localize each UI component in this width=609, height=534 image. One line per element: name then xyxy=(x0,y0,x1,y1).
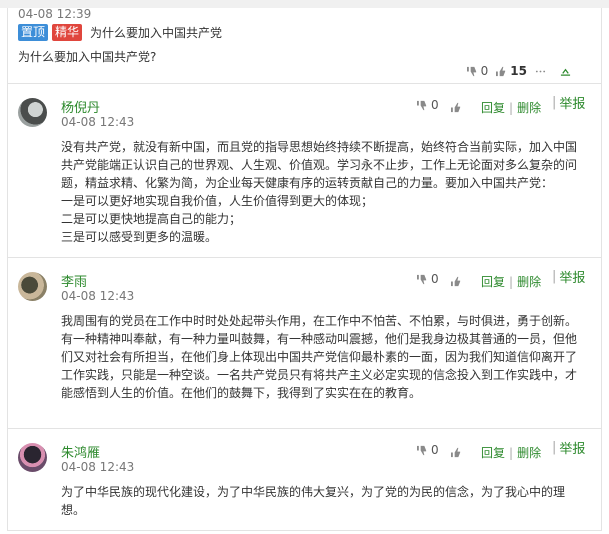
post-like-button[interactable]: 15 xyxy=(496,64,527,78)
thread-post: 04-08 12:39 置顶 精华 为什么要加入中国共产党 为什么要加入中国共产… xyxy=(7,7,602,84)
thumb-down-icon xyxy=(417,445,427,455)
thumb-down-icon xyxy=(417,274,427,284)
delete-button[interactable]: 删除 xyxy=(517,444,541,461)
comment-time: 04-08 12:43 xyxy=(61,289,135,303)
report-label: 举报 xyxy=(559,97,586,112)
reply-button[interactable]: 回复 xyxy=(481,273,505,290)
post-body: 为什么要加入中国共产党? xyxy=(18,50,157,64)
comment-vote-count: 0 xyxy=(431,443,439,457)
comment-item: 朱鸿雁 04-08 12:43 0 回复 | 删除 | 举报 为了中华民族的现代… xyxy=(7,429,602,531)
report-label: 举报 xyxy=(559,271,586,286)
post-like-count: 15 xyxy=(510,64,527,78)
comment-author[interactable]: 杨倪丹 xyxy=(61,97,100,116)
comment-line: 为了中华民族的现代化建设，为了中华民族的伟大复兴，为了党的为民的信念，为了我心中… xyxy=(61,485,566,517)
ellipsis-icon xyxy=(535,70,546,72)
comment-more-button[interactable] xyxy=(451,98,462,117)
separator: | xyxy=(552,95,557,110)
comment-operations: 回复 | 删除 xyxy=(481,444,541,461)
comment-text: 我周围有的党员在工作中时时处处起带头作用，在工作中不怕苦、不怕累，与时俱进，勇于… xyxy=(61,312,581,402)
post-dislike-count: 0 xyxy=(480,64,489,78)
comment-vote-button[interactable]: 0 xyxy=(417,272,439,286)
thumb-up-icon xyxy=(496,66,506,76)
comment-vote-button[interactable]: 0 xyxy=(417,98,439,112)
report-label: 举报 xyxy=(559,442,586,457)
separator: | xyxy=(509,100,514,115)
separator: | xyxy=(552,440,557,455)
featured-badge: 精华 xyxy=(52,24,83,41)
comment-line: 我周围有的党员在工作中时时处处起带头作用，在工作中不怕苦、不怕累，与时俱进，勇于… xyxy=(61,314,578,400)
post-header: 置顶 精华 为什么要加入中国共产党 xyxy=(18,24,222,41)
comment-more-button[interactable] xyxy=(451,443,462,462)
post-dislike-button[interactable]: 0 xyxy=(466,64,489,78)
avatar[interactable] xyxy=(18,272,47,301)
thumb-up-icon xyxy=(451,276,461,287)
reply-button[interactable]: 回复 xyxy=(481,99,505,116)
post-share-button[interactable] xyxy=(560,66,571,77)
comment-operations: 回复 | 删除 xyxy=(481,273,541,290)
comment-line: 一是可以更好地实现自我价值，人生价值得到更大的体现； xyxy=(61,194,374,208)
top-strip xyxy=(0,0,609,8)
comment-item: 李雨 04-08 12:43 0 回复 | 删除 | 举报 我周围有的党员在工作… xyxy=(7,258,602,429)
comment-line: 三是可以感受到更多的温暖。 xyxy=(61,230,218,244)
share-icon xyxy=(560,68,571,76)
avatar[interactable] xyxy=(18,98,47,127)
thumb-up-icon xyxy=(451,447,461,458)
separator: | xyxy=(509,445,514,460)
comment-vote-button[interactable]: 0 xyxy=(417,443,439,457)
report-link[interactable]: | 举报 xyxy=(552,267,585,286)
comment-time: 04-08 12:43 xyxy=(61,460,135,474)
comment-text: 为了中华民族的现代化建设，为了中华民族的伟大复兴，为了党的为民的信念，为了我心中… xyxy=(61,483,581,519)
comment-more-button[interactable] xyxy=(451,272,462,291)
post-more-button[interactable] xyxy=(535,66,546,77)
comment-text: 没有共产党，就没有新中国，而且党的指导思想始终持续不断提高，始终符合当前实际，加… xyxy=(61,138,581,246)
delete-button[interactable]: 删除 xyxy=(517,99,541,116)
separator: | xyxy=(552,269,557,284)
comment-item: 杨倪丹 04-08 12:43 0 回复 | 删除 | 举报 没有共产党，就没有… xyxy=(7,84,602,258)
comment-line: 没有共产党，就没有新中国，而且党的指导思想始终持续不断提高，始终符合当前实际，加… xyxy=(61,140,578,190)
separator: | xyxy=(509,274,514,289)
thumb-down-icon xyxy=(417,100,427,110)
post-actions: 0 15 xyxy=(466,64,571,78)
comment-author[interactable]: 朱鸿雁 xyxy=(61,442,100,461)
post-title[interactable]: 为什么要加入中国共产党 xyxy=(90,24,222,41)
comment-operations: 回复 | 删除 xyxy=(481,99,541,116)
thumb-down-icon xyxy=(466,66,476,76)
comment-vote-count: 0 xyxy=(431,98,439,112)
comment-time: 04-08 12:43 xyxy=(61,115,135,129)
avatar[interactable] xyxy=(18,443,47,472)
pinned-badge: 置顶 xyxy=(18,24,49,41)
report-link[interactable]: | 举报 xyxy=(552,438,585,457)
post-time: 04-08 12:39 xyxy=(18,7,92,21)
comment-author[interactable]: 李雨 xyxy=(61,271,87,290)
comment-vote-count: 0 xyxy=(431,272,439,286)
delete-button[interactable]: 删除 xyxy=(517,273,541,290)
reply-button[interactable]: 回复 xyxy=(481,444,505,461)
thumb-up-icon xyxy=(451,102,461,113)
comment-line: 二是可以更快地提高自己的能力； xyxy=(61,212,242,226)
report-link[interactable]: | 举报 xyxy=(552,93,585,112)
